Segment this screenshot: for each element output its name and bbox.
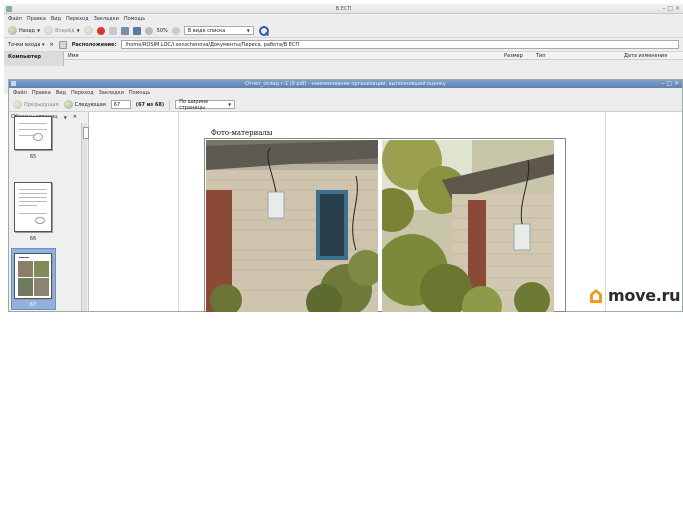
chevron-down-icon: ▼ [228, 102, 232, 107]
forward-arrow-icon [44, 26, 54, 35]
close-sidebar-icon[interactable]: ✕ [73, 114, 77, 120]
sidebar-header-computer[interactable]: Компьютер [4, 52, 64, 66]
menu-view[interactable]: Вид [51, 16, 61, 22]
menu-edit[interactable]: Правка [27, 16, 46, 22]
file-manager-toolbar: Назад ▼ Вперёд ▼ 50% В виде списка ▼ [4, 24, 683, 38]
page-thumbnail-66[interactable] [14, 182, 52, 232]
zoom-out-icon[interactable] [144, 26, 153, 35]
file-list-header-area: Компьютер Имя Размер Тип Дата изменения [4, 52, 683, 66]
toolbar-separator [169, 99, 171, 110]
location-label: Расположение: [71, 41, 117, 48]
home-icon[interactable] [120, 26, 129, 35]
back-arrow-icon [8, 26, 17, 35]
chevron-down-icon: ▼ [246, 28, 250, 33]
zoom-in-icon[interactable] [171, 26, 180, 35]
window-title: В ЕСП [335, 6, 352, 12]
column-header-type[interactable]: Тип [536, 53, 546, 59]
column-header-modified[interactable]: Дата изменения [624, 53, 667, 59]
location-input[interactable]: /home/ROSIM.LOC/i.sonschenova/Документы/… [121, 40, 679, 49]
stop-icon[interactable] [96, 26, 105, 35]
back-button[interactable]: Назад ▼ [8, 26, 40, 35]
chevron-down-icon[interactable]: ▼ [64, 115, 67, 120]
thumbnail-label: 66 [29, 236, 37, 242]
reload-icon[interactable] [108, 26, 117, 35]
page-thumbnail-65[interactable] [14, 116, 52, 150]
column-header-row: Имя Размер Тип Дата изменения [64, 52, 683, 60]
menu-help[interactable]: Помощь [124, 16, 145, 22]
thumbnail-sidebar: Образцы страниц ▼ ✕ 65 66 [9, 112, 89, 311]
photo-table [204, 138, 566, 312]
thumbnail-label: 67 [29, 302, 37, 308]
places-dropdown[interactable]: Точки входа ▾ [8, 42, 45, 48]
window-controls-icon[interactable]: – □ × [662, 5, 680, 12]
building-photo-right [382, 140, 554, 312]
toggle-path-icon[interactable] [58, 40, 67, 49]
house-logo-icon [590, 288, 602, 303]
previous-page-button[interactable]: Предыдущая [13, 100, 59, 109]
brand-watermark: move.ru [588, 286, 681, 305]
brand-name: move.ru [608, 286, 681, 305]
menu-view[interactable]: Вид [56, 90, 66, 96]
window-controls-icon[interactable]: – □ × [661, 80, 679, 87]
page-margin-left [178, 112, 179, 311]
menu-go[interactable]: Переход [66, 16, 89, 22]
forward-button[interactable]: Вперёд ▼ [44, 26, 80, 35]
document-page-area[interactable]: Фото-материалы [90, 112, 682, 312]
page-heading: Фото-материалы [211, 129, 273, 137]
page-number-input[interactable]: 67 [110, 100, 131, 109]
menu-go[interactable]: Переход [71, 90, 94, 96]
down-arrow-icon [63, 100, 73, 109]
page-margin-right [605, 112, 606, 311]
column-header-name[interactable]: Имя [68, 53, 79, 59]
up-arrow-icon[interactable] [83, 26, 93, 35]
menu-help[interactable]: Помощь [129, 90, 150, 96]
close-pane-icon[interactable]: ✕ [50, 42, 54, 48]
page-thumbnail-67[interactable] [14, 253, 52, 299]
file-manager-menubar: Файл Правка Вид Переход Закладки Помощь [4, 14, 683, 24]
document-viewer-toolbar: Предыдущая Следующая 67 (67 из 68) По ши… [9, 98, 682, 112]
zoom-level: 50% [156, 27, 168, 34]
document-viewer-titlebar: Отчет_склад г-1 (9 pdf) - наименование о… [9, 80, 682, 88]
column-header-size[interactable]: Размер [504, 53, 523, 59]
chevron-down-icon[interactable]: ▼ [37, 28, 40, 33]
menu-file[interactable]: Файл [13, 90, 27, 96]
computer-icon[interactable] [132, 26, 141, 35]
document-viewer-menubar: Файл Правка Вид Переход Закладки Помощь [9, 88, 682, 98]
page-count: (67 из 68) [135, 101, 165, 108]
file-manager-titlebar: В ЕСП – □ × [4, 4, 683, 14]
document-viewer-window: Отчет_склад г-1 (9 pdf) - наименование о… [8, 79, 683, 312]
location-bar: Точки входа ▾ ✕ Расположение: /home/ROSI… [4, 38, 683, 52]
document-title: Отчет_склад г-1 (9 pdf) - наименование о… [245, 81, 446, 87]
next-page-button[interactable]: Следующая [63, 100, 106, 109]
zoom-mode-select[interactable]: По ширине страницы ▼ [175, 99, 236, 111]
thumbnail-label: 65 [29, 154, 37, 160]
menu-edit[interactable]: Правка [32, 90, 51, 96]
chevron-down-icon[interactable]: ▼ [77, 28, 80, 33]
search-icon[interactable] [258, 25, 269, 36]
menu-bookmarks[interactable]: Закладки [99, 90, 124, 96]
menu-file[interactable]: Файл [8, 16, 22, 22]
menu-bookmarks[interactable]: Закладки [94, 16, 119, 22]
up-arrow-icon [13, 100, 22, 109]
sidebar-scrollbar[interactable] [81, 123, 89, 311]
building-photo-left [206, 140, 378, 312]
view-mode-select[interactable]: В виде списка ▼ [183, 26, 254, 35]
